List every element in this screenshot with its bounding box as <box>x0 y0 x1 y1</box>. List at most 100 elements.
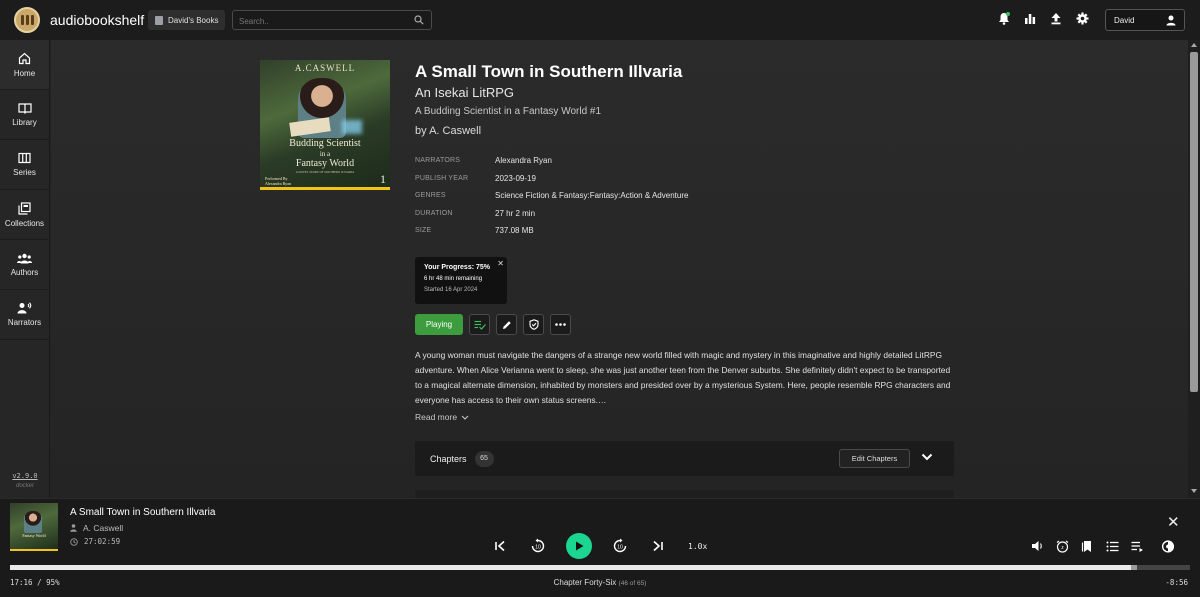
sidebar-item-authors[interactable]: Authors <box>0 240 49 290</box>
top-icons <box>998 12 1089 25</box>
chevron-down-icon[interactable] <box>921 453 933 461</box>
book-detail-page: A.CASWELL Budding Scientist in a Fantasy… <box>51 40 1188 498</box>
sidebar-item-label: Narrators <box>7 318 42 327</box>
library-book-icon <box>155 15 163 25</box>
volume-icon[interactable] <box>1030 539 1044 553</box>
audio-player: Fantasy World A Small Town in Southern I… <box>0 498 1200 597</box>
edit-button[interactable] <box>496 314 517 335</box>
detail-label: PUBLISH YEAR <box>415 174 469 182</box>
queue-icon[interactable] <box>1130 539 1144 553</box>
cover-glow <box>342 120 362 134</box>
forward-10-icon[interactable]: 10 <box>610 536 630 556</box>
tracks-section-header <box>415 490 954 498</box>
search-icon[interactable] <box>414 15 424 25</box>
playback-progress-bar[interactable] <box>10 565 1190 570</box>
cover-narrator-line2: Alexandra Ryan <box>265 181 291 186</box>
detail-label: NARRATORS <box>415 157 461 165</box>
detail-row-narrators: NARRATORS Alexandra Ryan <box>415 152 688 170</box>
player-current-chapter: Chapter Forty-Six (46 of 65) <box>0 578 1200 587</box>
sidebar-item-home[interactable]: Home <box>0 40 49 90</box>
collection-button[interactable] <box>523 314 544 335</box>
search-input[interactable] <box>233 12 403 31</box>
play-button[interactable] <box>566 533 592 559</box>
more-options-button[interactable] <box>550 314 571 335</box>
book-details-table: NARRATORS Alexandra Ryan PUBLISH YEAR 20… <box>415 152 688 240</box>
chapters-section-header[interactable]: Chapters 65 Edit Chapters <box>415 441 954 476</box>
sidebar-item-label: Series <box>13 168 36 177</box>
app-title[interactable]: audiobookshelf <box>50 12 144 28</box>
casting-icon[interactable] <box>1161 539 1175 553</box>
bookmarks-icon[interactable] <box>1080 539 1094 553</box>
edit-chapters-button[interactable]: Edit Chapters <box>839 449 910 468</box>
detail-value-size: 737.08 MB <box>495 226 534 236</box>
scroll-down-icon[interactable] <box>1191 489 1197 493</box>
book-actions: Playing <box>415 314 571 335</box>
current-chapter-index: (46 of 65) <box>618 580 647 587</box>
chapters-list-icon[interactable] <box>1105 539 1119 553</box>
more-icon <box>555 323 566 326</box>
progress-started: Started 16 Apr 2024 <box>424 287 478 293</box>
detail-row-publish-year: PUBLISH YEAR 2023-09-19 <box>415 170 688 188</box>
book-title: A Small Town in Southern Illvaria <box>415 62 683 81</box>
notification-bell-icon[interactable] <box>998 12 1010 25</box>
library-select-button[interactable]: David's Books <box>148 10 226 30</box>
series-icon <box>18 152 31 164</box>
rewind-10-icon[interactable]: 10 <box>528 536 548 556</box>
version-link[interactable]: v2.9.0 <box>0 472 50 480</box>
detail-row-size: SIZE 737.08 MB <box>415 222 688 240</box>
player-cover-image[interactable]: Fantasy World <box>10 503 58 551</box>
player-author-name[interactable]: A. Caswell <box>83 523 123 533</box>
player-title[interactable]: A Small Town in Southern Illvaria <box>70 507 215 518</box>
detail-row-genres: GENRES Science Fiction & Fantasy:Fantasy… <box>415 187 688 205</box>
book-series-link[interactable]: A Budding Scientist in a Fantasy World #… <box>415 106 601 117</box>
detail-value-narrator[interactable]: Alexandra Ryan <box>495 156 552 165</box>
previous-chapter-icon[interactable] <box>490 536 510 556</box>
book-author[interactable]: by A. Caswell <box>415 125 481 137</box>
playing-button[interactable]: Playing <box>415 314 463 335</box>
stats-icon[interactable] <box>1024 12 1036 25</box>
chapters-count-badge: 65 <box>474 450 494 467</box>
player-close-icon[interactable]: ✕ <box>1167 513 1180 531</box>
scroll-up-icon[interactable] <box>1191 43 1197 47</box>
user-menu-button[interactable]: David <box>1105 9 1185 31</box>
book-description: A young woman must navigate the dangers … <box>415 350 951 405</box>
player-cover-illustration <box>24 511 42 533</box>
sidebar-item-series[interactable]: Series <box>0 140 49 190</box>
read-more-button[interactable]: Read more <box>415 412 469 422</box>
settings-gear-icon[interactable] <box>1076 12 1089 25</box>
book-cover-image: A.CASWELL Budding Scientist in a Fantasy… <box>260 60 390 190</box>
cover-title-line1: Budding Scientist <box>289 138 361 149</box>
mark-finished-button[interactable] <box>469 314 490 335</box>
next-chapter-icon[interactable] <box>648 536 668 556</box>
sidebar-item-narrators[interactable]: Narrators <box>0 290 49 340</box>
sleep-timer-icon[interactable]: z <box>1055 539 1069 553</box>
sidebar-item-label: Collections <box>4 218 45 228</box>
sidebar-item-collections[interactable]: Collections <box>0 190 49 240</box>
cover-series-number: 1 <box>380 172 386 186</box>
user-icon <box>1166 15 1176 26</box>
chevron-down-icon <box>461 415 469 420</box>
current-chapter-name: Chapter Forty-Six <box>553 578 617 587</box>
author-person-icon <box>70 524 77 532</box>
detail-value-genres[interactable]: Science Fiction & Fantasy:Fantasy:Action… <box>495 191 688 200</box>
progress-close-icon[interactable]: ✕ <box>497 259 504 268</box>
player-right-controls: z <box>1030 539 1175 553</box>
cover-title-line2: in a <box>319 150 331 158</box>
cover-progress-strip <box>260 187 390 190</box>
player-cover-title: Fantasy World <box>22 533 46 538</box>
detail-value-publish-year: 2023-09-19 <box>495 173 536 183</box>
scrollbar-thumb[interactable] <box>1190 52 1198 392</box>
user-name: David <box>1114 15 1135 25</box>
search-box[interactable] <box>232 10 432 31</box>
main-scrollbar[interactable] <box>1188 40 1200 498</box>
collections-icon <box>18 201 31 215</box>
mark-finished-icon <box>474 320 486 330</box>
player-cover-strip <box>10 549 58 551</box>
detail-label: DURATION <box>415 209 453 217</box>
svg-text:10: 10 <box>617 545 623 551</box>
sidebar-item-library[interactable]: Library <box>0 90 49 140</box>
playback-speed-button[interactable]: 1.0x <box>688 542 707 551</box>
app-logo-icon[interactable] <box>14 7 40 33</box>
upload-icon[interactable] <box>1050 12 1062 25</box>
sidebar-item-label: Home <box>13 68 36 78</box>
